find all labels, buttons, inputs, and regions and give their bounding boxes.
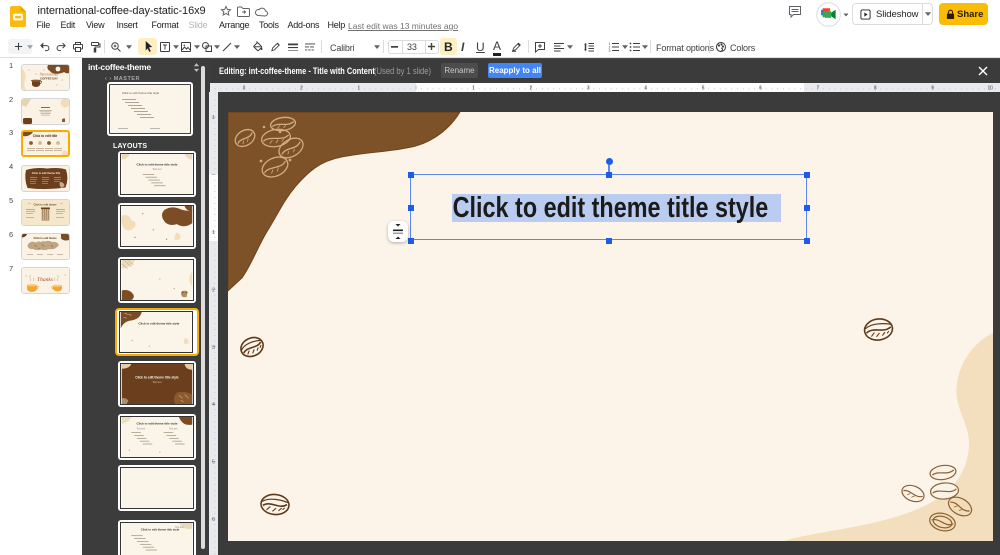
- svg-text:Text text: Text text: [137, 427, 146, 430]
- svg-text:Click to edit title: Click to edit title: [33, 134, 58, 138]
- svg-text:6: 6: [759, 86, 762, 92]
- svg-text:3: 3: [243, 86, 246, 92]
- svg-text:6: 6: [212, 517, 215, 523]
- svg-text:Text text: Text text: [152, 381, 162, 384]
- svg-text:Click to edit theme title styl: Click to edit theme title style: [141, 528, 180, 532]
- svg-text:1: 1: [358, 86, 361, 92]
- svg-text:3: 3: [212, 345, 215, 351]
- svg-text:Click to edit theme title styl: Click to edit theme title style: [122, 91, 160, 95]
- svg-text:Click to edit theme title styl: Click to edit theme title style: [137, 162, 178, 166]
- svg-text:10: 10: [987, 86, 993, 92]
- svg-text:5: 5: [212, 460, 215, 466]
- svg-text:Text text: Text text: [175, 526, 184, 529]
- svg-text:3: 3: [609, 49, 611, 53]
- svg-text:3: 3: [587, 86, 590, 92]
- svg-text:4: 4: [212, 402, 215, 408]
- svg-text:2: 2: [212, 287, 215, 293]
- svg-text:Click to edit theme title: Click to edit theme title: [32, 171, 61, 175]
- svg-text:Text text: Text text: [152, 168, 162, 171]
- svg-text:1: 1: [212, 115, 215, 121]
- svg-text:2: 2: [530, 86, 533, 92]
- svg-text:8: 8: [874, 86, 877, 92]
- svg-text:1: 1: [472, 86, 475, 92]
- svg-text:Click to edit theme: Click to edit theme: [33, 236, 57, 240]
- svg-text:COFFEE DAY: COFFEE DAY: [40, 77, 58, 81]
- svg-text:4: 4: [644, 86, 647, 92]
- svg-text:7: 7: [817, 86, 820, 92]
- svg-text:Click to edit theme: Click to edit theme: [33, 203, 57, 207]
- svg-text:1: 1: [212, 230, 215, 236]
- svg-text:2: 2: [300, 86, 303, 92]
- svg-text:Text text: Text text: [169, 427, 178, 430]
- svg-text:5: 5: [702, 86, 705, 92]
- svg-text:Click to edit theme title styl: Click to edit theme title style: [138, 321, 179, 325]
- svg-text:Thanks: Thanks: [37, 277, 53, 283]
- svg-text:Click to edit theme title styl: Click to edit theme title style: [135, 375, 179, 379]
- svg-text:9: 9: [931, 86, 934, 92]
- svg-text:Click to edit theme title styl: Click to edit theme title style: [137, 422, 178, 426]
